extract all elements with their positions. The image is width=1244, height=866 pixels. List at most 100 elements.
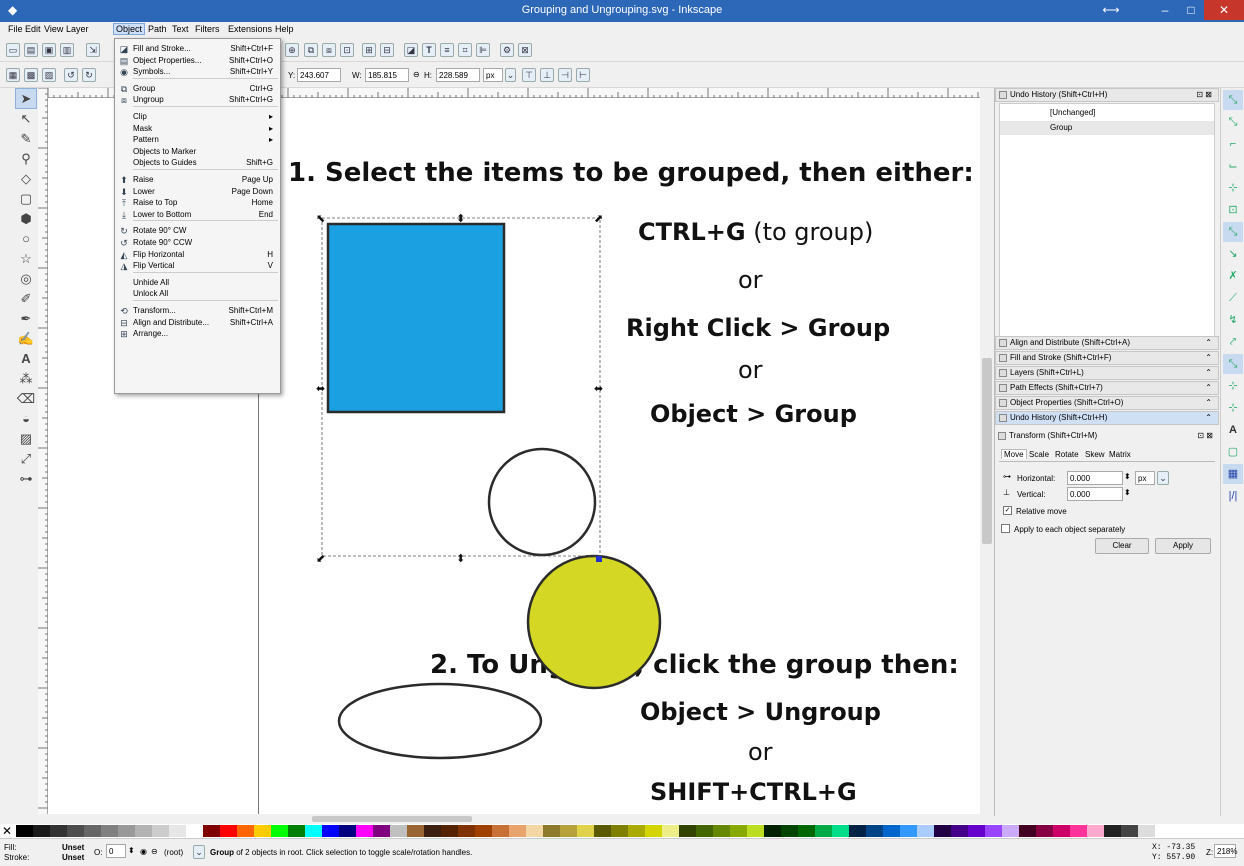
- pen-tool-icon[interactable]: ✒: [16, 309, 36, 328]
- 3dbox-tool-icon[interactable]: ⬢: [16, 209, 36, 228]
- collapse-arrow-icon[interactable]: ⌃: [1205, 412, 1212, 424]
- snap-rotation-center-icon[interactable]: ⊹: [1223, 398, 1243, 418]
- horizontal-input[interactable]: 0.000: [1067, 471, 1123, 485]
- color-swatch[interactable]: [50, 825, 67, 837]
- collapse-arrow-icon[interactable]: ⌃: [1205, 382, 1212, 394]
- dropper-tool-icon[interactable]: ⤢: [16, 449, 36, 468]
- color-swatch[interactable]: [832, 825, 849, 837]
- color-swatch[interactable]: [594, 825, 611, 837]
- color-swatch[interactable]: [356, 825, 373, 837]
- snap-midpoints-icon[interactable]: ⤤: [1223, 332, 1243, 352]
- color-swatch[interactable]: [84, 825, 101, 837]
- snap-bbox-edge-icon[interactable]: ⌐: [1223, 134, 1243, 154]
- text-font-icon[interactable]: T: [422, 43, 436, 57]
- group-icon[interactable]: ⊞: [362, 43, 376, 57]
- h-input[interactable]: 228.589: [436, 68, 480, 82]
- horizontal-scroll-thumb[interactable]: [312, 816, 472, 822]
- color-swatch[interactable]: [118, 825, 135, 837]
- unlink-clone-icon[interactable]: ⊡: [340, 43, 354, 57]
- ellipse[interactable]: [337, 682, 543, 760]
- color-swatch[interactable]: [781, 825, 798, 837]
- vertical-scroll-thumb[interactable]: [982, 358, 992, 544]
- color-swatch[interactable]: [611, 825, 628, 837]
- snap-guide-icon[interactable]: |/|: [1223, 486, 1243, 506]
- snap-intersections-icon[interactable]: ✗: [1223, 266, 1243, 286]
- color-swatch[interactable]: [951, 825, 968, 837]
- snap-paths-icon[interactable]: ↘: [1223, 244, 1243, 264]
- panel-close-icon[interactable]: ⊡ ⊠: [1196, 89, 1212, 101]
- snap-centers-icon[interactable]: ⊹: [1223, 376, 1243, 396]
- visibility-icon[interactable]: ◉: [140, 847, 147, 856]
- snap-cusp-icon[interactable]: ⟋: [1223, 288, 1243, 308]
- color-swatch[interactable]: [1019, 825, 1036, 837]
- import-icon[interactable]: ⇲: [86, 43, 100, 57]
- fill-value[interactable]: Unset: [62, 843, 84, 852]
- panel-header-path-effects[interactable]: Path Effects (Shift+Ctrl+7) ⌃: [995, 381, 1219, 395]
- bucket-tool-icon[interactable]: ◒: [16, 409, 36, 428]
- color-swatch[interactable]: [288, 825, 305, 837]
- color-swatch[interactable]: [1036, 825, 1053, 837]
- spiral-tool-icon[interactable]: ◎: [16, 269, 36, 288]
- color-swatch[interactable]: [237, 825, 254, 837]
- unit-dropdown-icon[interactable]: ⌄: [505, 68, 516, 82]
- scale-corners-icon[interactable]: ⊥: [540, 68, 554, 82]
- menu-layer[interactable]: Layer: [64, 24, 91, 34]
- color-swatch[interactable]: [577, 825, 594, 837]
- rectangle-tool-icon[interactable]: ▢: [16, 189, 36, 208]
- color-swatch[interactable]: [526, 825, 543, 837]
- transform-unit-select[interactable]: px: [1135, 471, 1155, 485]
- color-swatch[interactable]: [764, 825, 781, 837]
- print-icon[interactable]: ▥: [60, 43, 74, 57]
- select-all-layers-icon[interactable]: ▩: [24, 68, 38, 82]
- panel-header-fill-stroke[interactable]: Fill and Stroke (Shift+Ctrl+F) ⌃: [995, 351, 1219, 365]
- color-swatch[interactable]: [968, 825, 985, 837]
- color-swatch[interactable]: [305, 825, 322, 837]
- color-swatch[interactable]: [475, 825, 492, 837]
- color-swatch[interactable]: [543, 825, 560, 837]
- menu-file[interactable]: File: [6, 24, 25, 34]
- maximize-button[interactable]: □: [1178, 0, 1204, 20]
- snap-bbox-icon[interactable]: ⤡: [1223, 112, 1243, 132]
- color-swatch[interactable]: [900, 825, 917, 837]
- relative-move-checkbox[interactable]: ✓: [1003, 506, 1012, 515]
- snap-bbox-midpoint-icon[interactable]: ⊹: [1223, 178, 1243, 198]
- blue-rectangle[interactable]: [326, 222, 506, 414]
- color-swatch[interactable]: [135, 825, 152, 837]
- snap-text-baseline-icon[interactable]: A: [1223, 420, 1243, 440]
- color-swatch[interactable]: [713, 825, 730, 837]
- color-swatch[interactable]: [628, 825, 645, 837]
- tab-skew[interactable]: Skew: [1085, 450, 1105, 459]
- color-swatch[interactable]: [1070, 825, 1087, 837]
- menu-edit[interactable]: Edit: [23, 24, 43, 34]
- open-icon[interactable]: ▤: [24, 43, 38, 57]
- move-patterns-icon[interactable]: ⊢: [576, 68, 590, 82]
- minimize-button[interactable]: –: [1152, 0, 1178, 20]
- clear-button[interactable]: Clear: [1095, 538, 1149, 554]
- menu-filters[interactable]: Filters: [193, 24, 222, 34]
- apply-each-checkbox[interactable]: [1001, 524, 1010, 533]
- ungroup-icon[interactable]: ⊟: [380, 43, 394, 57]
- menu-text[interactable]: Text: [170, 24, 191, 34]
- unit-dropdown-icon[interactable]: ⌄: [1157, 471, 1169, 485]
- lock-icon[interactable]: ⊖: [151, 847, 158, 856]
- color-swatch[interactable]: [254, 825, 271, 837]
- color-swatch[interactable]: [33, 825, 50, 837]
- menu-help[interactable]: Help: [273, 24, 296, 34]
- menu-extensions[interactable]: Extensions: [226, 24, 274, 34]
- selector-tool-icon[interactable]: ➤: [15, 88, 37, 109]
- spray-tool-icon[interactable]: ⁂: [16, 369, 36, 388]
- color-swatch[interactable]: [1121, 825, 1138, 837]
- snap-grid-icon[interactable]: ▦: [1223, 464, 1243, 484]
- collapse-arrow-icon[interactable]: ⌃: [1205, 367, 1212, 379]
- color-swatch[interactable]: [339, 825, 356, 837]
- color-swatch[interactable]: [67, 825, 84, 837]
- calligraphy-tool-icon[interactable]: ✍: [16, 329, 36, 348]
- color-swatch[interactable]: [1087, 825, 1104, 837]
- tab-rotate[interactable]: Rotate: [1055, 450, 1079, 459]
- panel-close-icon[interactable]: ⊡ ⊠: [1197, 430, 1213, 442]
- panel-header-undo-history[interactable]: Undo History (Shift+Ctrl+H) ⌃: [995, 411, 1219, 425]
- panel-header-object-properties[interactable]: Object Properties (Shift+Ctrl+O) ⌃: [995, 396, 1219, 410]
- color-swatch[interactable]: [186, 825, 203, 837]
- select-all-icon[interactable]: ▦: [6, 68, 20, 82]
- layer-dropdown-icon[interactable]: ⌄: [193, 845, 205, 859]
